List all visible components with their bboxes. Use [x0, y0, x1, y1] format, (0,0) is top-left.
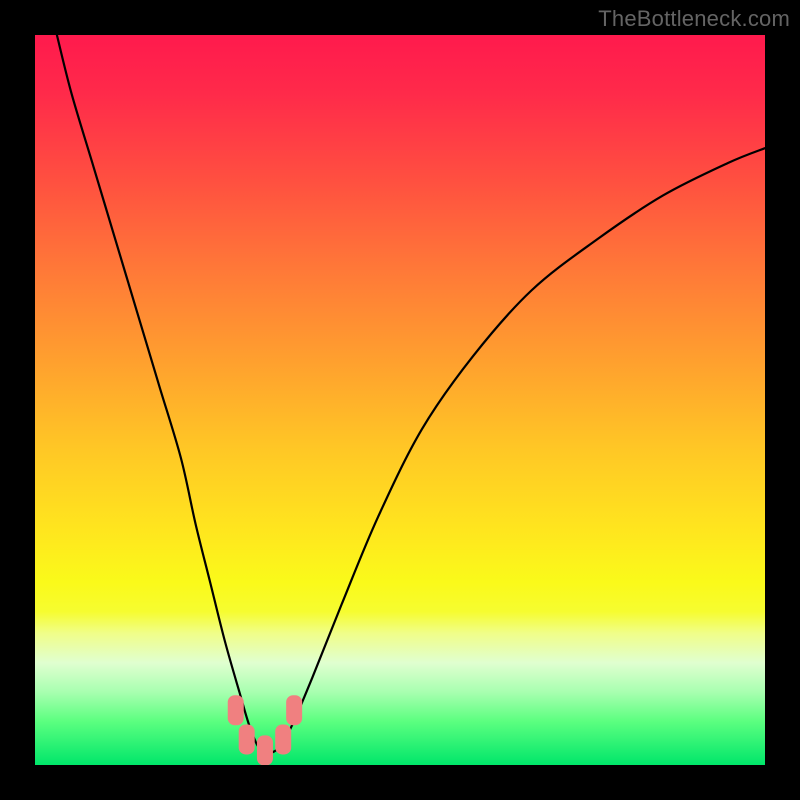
bottleneck-curve: [57, 35, 765, 753]
plot-area: [35, 35, 765, 765]
marker: [239, 724, 255, 754]
marker: [228, 695, 244, 725]
marker: [286, 695, 302, 725]
marker: [257, 735, 273, 765]
chart-container: TheBottleneck.com: [0, 0, 800, 800]
attribution-text: TheBottleneck.com: [598, 6, 790, 32]
marker: [275, 724, 291, 754]
trough-markers: [228, 695, 302, 765]
curve-svg: [35, 35, 765, 765]
